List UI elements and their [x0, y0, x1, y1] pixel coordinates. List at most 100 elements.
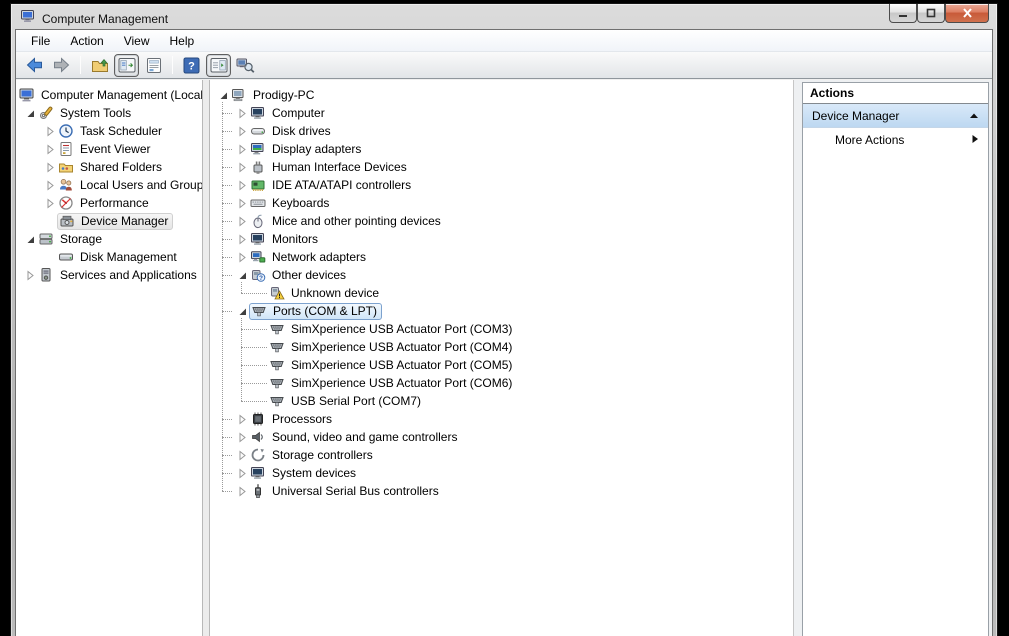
menu-item-action[interactable]: Action [60, 31, 113, 51]
tree-item-ports-com-lpt[interactable]: Ports (COM & LPT) [210, 302, 793, 320]
tree-item-mice-and-other-pointing-devices[interactable]: Mice and other pointing devices [210, 212, 793, 230]
tree-item-storage[interactable]: Storage [16, 230, 202, 248]
scan-hardware-button[interactable] [233, 54, 258, 77]
tree-item-prodigy-pc[interactable]: Prodigy-PC [210, 86, 793, 104]
tree-item-local-users-and-groups[interactable]: Local Users and Groups [16, 176, 202, 194]
menu-item-help[interactable]: Help [160, 31, 205, 51]
tree-item-computer-management-local[interactable]: Computer Management (Local) [16, 86, 202, 104]
expander-open-icon[interactable] [23, 232, 37, 246]
console-tree-toggle-icon [118, 57, 136, 74]
collapse-arrow-icon[interactable] [969, 109, 979, 123]
tree-item-monitors[interactable]: Monitors [210, 230, 793, 248]
menu-item-file[interactable]: File [21, 31, 60, 51]
tree-item-task-scheduler[interactable]: Task Scheduler [16, 122, 202, 140]
back-button[interactable] [22, 54, 47, 77]
tree-item-system-devices[interactable]: System devices [210, 464, 793, 482]
expander-closed-icon[interactable] [235, 250, 249, 264]
tree-item-label: Task Scheduler [78, 123, 164, 139]
up-level-button[interactable] [87, 54, 112, 77]
tree-guide-line [222, 221, 232, 222]
expander-open-icon[interactable] [235, 268, 249, 282]
expander-closed-icon[interactable] [235, 214, 249, 228]
restore-button[interactable] [917, 4, 945, 23]
expander-closed-icon[interactable] [43, 124, 57, 138]
tree-guide-line [222, 203, 232, 204]
tree-item-label: Universal Serial Bus controllers [270, 483, 441, 499]
title-bar: Computer Management [11, 4, 997, 29]
tree-item-display-adapters[interactable]: Display adapters [210, 140, 793, 158]
expander-closed-icon[interactable] [235, 466, 249, 480]
item-content: Disk drives [249, 123, 335, 140]
expander-closed-icon[interactable] [235, 178, 249, 192]
tree-item-label: Mice and other pointing devices [270, 213, 443, 229]
help-button[interactable]: ? [179, 54, 204, 77]
console-tree-toggle-button[interactable] [114, 54, 139, 77]
tree-item-network-adapters[interactable]: Network adapters [210, 248, 793, 266]
item-content: SimXperience USB Actuator Port (COM6) [268, 375, 516, 392]
tree-item-system-tools[interactable]: System Tools [16, 104, 202, 122]
expander-closed-icon[interactable] [235, 160, 249, 174]
expander-closed-icon[interactable] [235, 196, 249, 210]
expander-closed-icon[interactable] [235, 124, 249, 138]
menu-item-view[interactable]: View [114, 31, 160, 51]
action-pane-toggle-button[interactable] [206, 54, 231, 77]
expander-closed-icon[interactable] [235, 412, 249, 426]
forward-button[interactable] [49, 54, 74, 77]
tree-guide-line [222, 131, 232, 132]
tree-item-label: Sound, video and game controllers [270, 429, 459, 445]
item-content: Task Scheduler [57, 123, 166, 140]
tree-item-processors[interactable]: Processors [210, 410, 793, 428]
actions-item-more-actions[interactable]: More Actions [803, 128, 988, 152]
expander-closed-icon[interactable] [43, 178, 57, 192]
expander-closed-icon[interactable] [43, 142, 57, 156]
expander-closed-icon[interactable] [235, 430, 249, 444]
tree-item-simxperience-usb-actuator-port-com5[interactable]: SimXperience USB Actuator Port (COM5) [210, 356, 793, 374]
serial-port-icon [269, 393, 285, 409]
actions-group-device-manager[interactable]: Device Manager [803, 104, 988, 128]
expander-closed-icon[interactable] [235, 448, 249, 462]
tree-item-performance[interactable]: Performance [16, 194, 202, 212]
tree-item-simxperience-usb-actuator-port-com4[interactable]: SimXperience USB Actuator Port (COM4) [210, 338, 793, 356]
tree-item-disk-drives[interactable]: Disk drives [210, 122, 793, 140]
tree-item-universal-serial-bus-controllers[interactable]: Universal Serial Bus controllers [210, 482, 793, 500]
tree-item-simxperience-usb-actuator-port-com3[interactable]: SimXperience USB Actuator Port (COM3) [210, 320, 793, 338]
expander-open-icon[interactable] [235, 304, 249, 318]
tree-item-usb-serial-port-com7[interactable]: USB Serial Port (COM7) [210, 392, 793, 410]
tree-item-other-devices[interactable]: ?Other devices [210, 266, 793, 284]
expander-open-icon[interactable] [216, 88, 230, 102]
tree-item-simxperience-usb-actuator-port-com6[interactable]: SimXperience USB Actuator Port (COM6) [210, 374, 793, 392]
tree-item-unknown-device[interactable]: Unknown device [210, 284, 793, 302]
tree-item-label: SimXperience USB Actuator Port (COM5) [289, 357, 514, 373]
item-content: Universal Serial Bus controllers [249, 483, 443, 500]
panel-splitter[interactable] [202, 80, 210, 636]
expander-closed-icon[interactable] [23, 268, 37, 282]
tree-item-label: System Tools [58, 105, 133, 121]
minimize-button[interactable] [889, 4, 917, 23]
tree-item-disk-management[interactable]: Disk Management [16, 248, 202, 266]
expander-open-icon[interactable] [23, 106, 37, 120]
properties-button[interactable] [141, 54, 166, 77]
tree-item-services-and-applications[interactable]: Services and Applications [16, 266, 202, 284]
tree-item-event-viewer[interactable]: Event Viewer [16, 140, 202, 158]
expander-closed-icon[interactable] [235, 484, 249, 498]
app-icon[interactable] [20, 8, 36, 29]
tree-item-storage-controllers[interactable]: Storage controllers [210, 446, 793, 464]
expander-closed-icon[interactable] [235, 106, 249, 120]
tree-item-device-manager[interactable]: Device Manager [16, 212, 202, 230]
tree-item-ide-ata-atapi-controllers[interactable]: IDE ATA/ATAPI controllers [210, 176, 793, 194]
tree-item-human-interface-devices[interactable]: Human Interface Devices [210, 158, 793, 176]
expander-closed-icon[interactable] [235, 142, 249, 156]
tree-item-keyboards[interactable]: Keyboards [210, 194, 793, 212]
storage-controller-icon [250, 447, 266, 463]
tree-item-sound-video-and-game-controllers[interactable]: Sound, video and game controllers [210, 428, 793, 446]
tree-item-label: Storage [58, 231, 104, 247]
disk-management-icon [58, 249, 74, 265]
tree-guide-line [222, 455, 232, 456]
close-button[interactable] [945, 4, 989, 23]
tree-item-shared-folders[interactable]: Shared Folders [16, 158, 202, 176]
expander-closed-icon[interactable] [43, 160, 57, 174]
expander-closed-icon[interactable] [43, 196, 57, 210]
tree-item-computer[interactable]: Computer [210, 104, 793, 122]
expander-closed-icon[interactable] [235, 232, 249, 246]
tree-guide-line [241, 401, 267, 402]
